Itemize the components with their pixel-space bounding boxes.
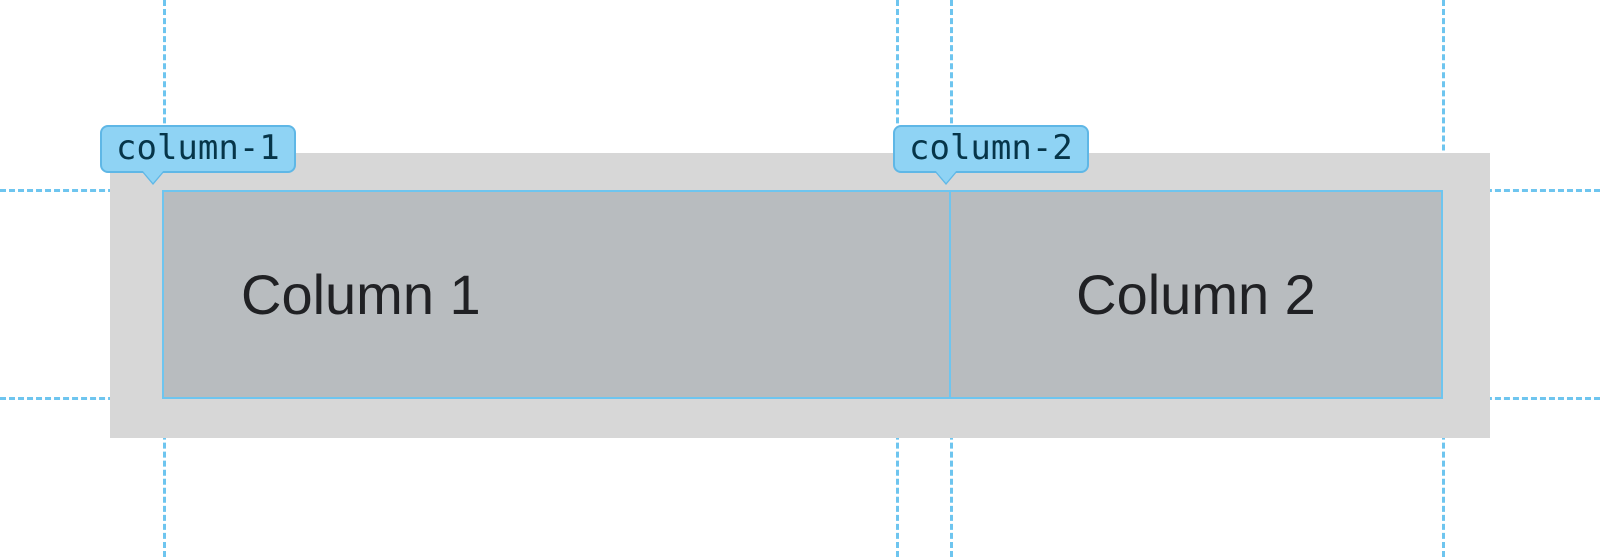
grid-column-1: Column 1 [163,191,974,398]
grid-column-2: Column 2 [950,191,1442,398]
track-label-column-2: column-2 [893,125,1089,173]
column-2-label: Column 2 [1076,262,1316,327]
column-1-label: Column 1 [241,262,481,327]
track-label-column-1: column-1 [100,125,296,173]
